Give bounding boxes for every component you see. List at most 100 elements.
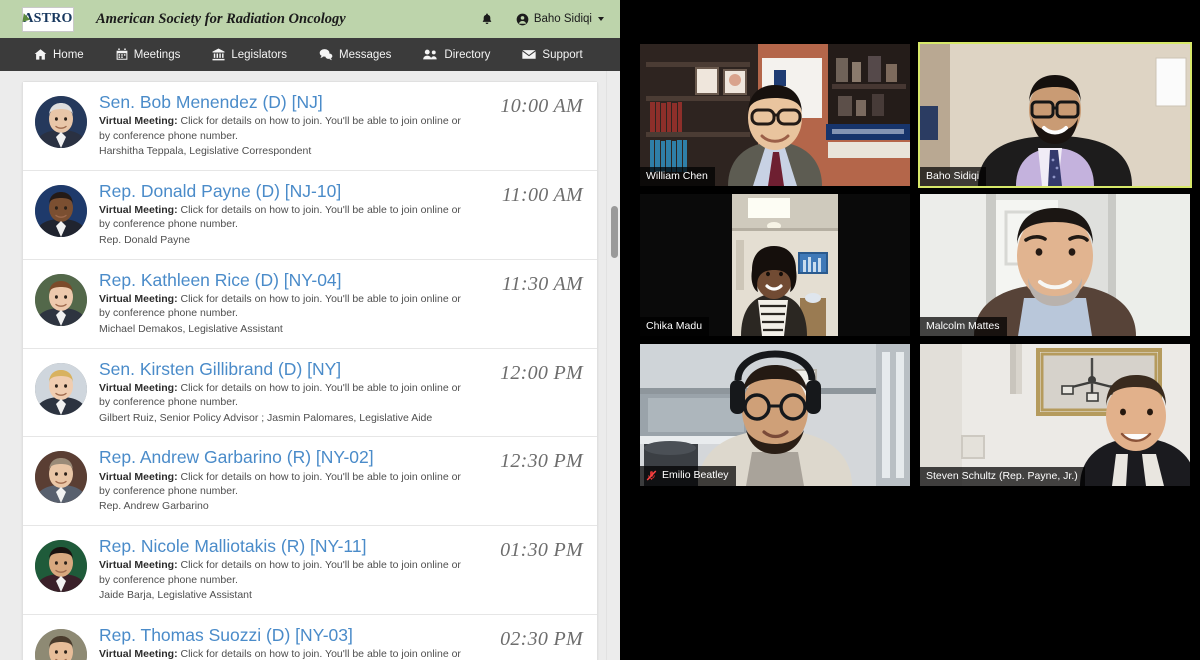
legislator-name-link[interactable]: Rep. Thomas Suozzi (D) [NY-03] — [99, 625, 492, 645]
meeting-details: Rep. Nicole Malliotakis (R) [NY-11] Virt… — [99, 536, 500, 604]
meeting-description: Virtual Meeting: Click for details on ho… — [99, 203, 471, 232]
meeting-description: Virtual Meeting: Click for details on ho… — [99, 114, 471, 143]
nav-item-directory[interactable]: Directory — [407, 38, 506, 71]
brand-header: ASTRO American Society for Radiation Onc… — [0, 0, 620, 38]
meeting-time: 11:30 AM — [501, 272, 583, 295]
virtual-meeting-label: Virtual Meeting: — [99, 559, 178, 572]
meeting-staff: Harshitha Teppala, Legislative Correspon… — [99, 145, 312, 158]
scrollbar[interactable] — [606, 71, 620, 660]
video-tile[interactable]: Baho Sidiqi — [918, 42, 1192, 188]
meeting-description: Virtual Meeting: Click for details on ho… — [99, 292, 471, 321]
nav-label: Home — [53, 48, 84, 61]
meeting-description: Virtual Meeting: Click for details on ho… — [99, 470, 471, 499]
chevron-down-icon — [598, 17, 604, 21]
video-tile[interactable]: William Chen — [640, 44, 910, 186]
virtual-meeting-label: Virtual Meeting: — [99, 292, 178, 305]
legislator-name-link[interactable]: Sen. Kirsten Gillibrand (D) [NY] — [99, 359, 492, 379]
meeting-row[interactable]: Rep. Thomas Suozzi (D) [NY-03] Virtual M… — [23, 615, 597, 660]
legislator-name-link[interactable]: Rep. Kathleen Rice (D) [NY-04] — [99, 270, 494, 290]
meeting-row[interactable]: Rep. Kathleen Rice (D) [NY-04] Virtual M… — [23, 259, 597, 349]
nav-item-support[interactable]: Support — [506, 38, 598, 71]
meeting-row[interactable]: Rep. Nicole Malliotakis (R) [NY-11] Virt… — [23, 526, 597, 616]
meeting-details: Rep. Kathleen Rice (D) [NY-04] Virtual M… — [99, 270, 502, 338]
envelope-icon — [522, 49, 537, 60]
page-title: American Society for Radiation Oncology — [96, 10, 346, 27]
virtual-meeting-label: Virtual Meeting: — [99, 115, 178, 128]
user-menu-label: Baho Sidiqi — [533, 13, 592, 25]
participant-video — [920, 194, 1190, 336]
avatar — [35, 540, 87, 593]
virtual-meeting-label: Virtual Meeting: — [99, 203, 178, 216]
main-nav: Home Meetings Legislators Messages Direc… — [0, 38, 620, 71]
meeting-row[interactable]: Rep. Donald Payne (D) [NJ-10] Virtual Me… — [23, 170, 597, 260]
participant-video — [640, 44, 910, 186]
virtual-meeting-label: Virtual Meeting: — [99, 648, 178, 660]
participant-name: Steven Schultz (Rep. Payne, Jr.) — [926, 469, 1078, 482]
nav-item-home[interactable]: Home — [18, 38, 100, 71]
participant-name: Malcolm Mattes — [926, 319, 1000, 332]
avatar — [35, 184, 87, 237]
meeting-staff: Jaide Barja, Legislative Assistant — [99, 589, 252, 602]
meeting-time: 12:00 PM — [500, 361, 583, 384]
home-icon — [34, 48, 47, 61]
video-tile[interactable]: Malcolm Mattes — [920, 194, 1190, 336]
meeting-time: 12:30 PM — [500, 450, 583, 473]
legislator-name-link[interactable]: Sen. Bob Menendez (D) [NJ] — [99, 92, 492, 112]
legislator-name-link[interactable]: Rep. Andrew Garbarino (R) [NY-02] — [99, 447, 492, 467]
meeting-description: Virtual Meeting: Click for details on ho… — [99, 381, 471, 410]
calendar-icon — [116, 48, 128, 61]
scrollbar-thumb[interactable] — [611, 206, 618, 258]
meeting-time: 01:30 PM — [500, 539, 583, 562]
video-grid: William Chen Baho Sidiqi Chika Madu Malc… — [640, 42, 1192, 486]
meetings-list-scroll[interactable]: Sen. Bob Menendez (D) [NJ] Virtual Meeti… — [0, 71, 620, 660]
video-tile[interactable]: Chika Madu — [640, 194, 910, 336]
participant-name-label: Malcolm Mattes — [920, 316, 1007, 336]
meeting-row[interactable]: Sen. Bob Menendez (D) [NJ] Virtual Meeti… — [23, 82, 597, 171]
comments-icon — [319, 48, 333, 61]
nav-label: Legislators — [231, 48, 287, 61]
video-conference-panel: William Chen Baho Sidiqi Chika Madu Malc… — [620, 0, 1200, 660]
participant-video — [640, 344, 910, 486]
avatar — [35, 629, 87, 660]
meeting-details: Sen. Kirsten Gillibrand (D) [NY] Virtual… — [99, 359, 500, 427]
meeting-staff: Michael Demakos, Legislative Assistant — [99, 322, 283, 335]
meeting-row[interactable]: Rep. Andrew Garbarino (R) [NY-02] Virtua… — [23, 437, 597, 527]
nav-label: Directory — [444, 48, 491, 61]
participant-name-label: Chika Madu — [640, 316, 710, 336]
participant-video — [920, 344, 1190, 486]
app-root: ASTRO American Society for Radiation Onc… — [0, 0, 1200, 660]
participant-video — [920, 44, 1190, 186]
participant-video — [640, 194, 910, 336]
participant-name: Baho Sidiqi — [926, 169, 980, 182]
virtual-meeting-label: Virtual Meeting: — [99, 470, 178, 483]
avatar — [35, 362, 87, 415]
nav-item-legislators[interactable]: Legislators — [196, 38, 303, 71]
meeting-time: 02:30 PM — [500, 628, 583, 651]
meeting-details: Rep. Thomas Suozzi (D) [NY-03] Virtual M… — [99, 625, 500, 660]
meeting-row[interactable]: Sen. Kirsten Gillibrand (D) [NY] Virtual… — [23, 348, 597, 438]
avatar — [35, 451, 87, 504]
meeting-description: Virtual Meeting: Click for details on ho… — [99, 647, 471, 660]
meeting-time: 10:00 AM — [500, 95, 583, 117]
nav-item-messages[interactable]: Messages — [303, 38, 407, 71]
meeting-staff: Gilbert Ruiz, Senior Policy Advisor ; Ja… — [99, 411, 433, 424]
participant-name: Chika Madu — [646, 319, 703, 332]
participant-name: Emilio Beatley — [662, 469, 729, 482]
video-tile[interactable]: Emilio Beatley — [640, 344, 910, 486]
video-tile[interactable]: Steven Schultz (Rep. Payne, Jr.) — [920, 344, 1190, 486]
legislator-name-link[interactable]: Rep. Nicole Malliotakis (R) [NY-11] — [99, 536, 492, 556]
user-menu[interactable]: Baho Sidiqi — [516, 13, 604, 26]
virtual-meeting-label: Virtual Meeting: — [99, 381, 178, 394]
nav-item-meetings[interactable]: Meetings — [100, 38, 197, 71]
legislator-name-link[interactable]: Rep. Donald Payne (D) [NJ-10] — [99, 181, 494, 201]
bell-icon[interactable] — [480, 12, 494, 27]
user-circle-icon — [516, 13, 529, 25]
astro-logo[interactable]: ASTRO — [22, 6, 74, 32]
nav-label: Meetings — [133, 48, 181, 61]
avatar — [35, 96, 87, 148]
participant-name: William Chen — [646, 169, 708, 182]
meetings-list: Sen. Bob Menendez (D) [NJ] Virtual Meeti… — [22, 81, 598, 660]
participant-name-label: Baho Sidiqi — [920, 166, 987, 186]
avatar — [35, 273, 87, 326]
nav-label: Messages — [338, 48, 392, 61]
